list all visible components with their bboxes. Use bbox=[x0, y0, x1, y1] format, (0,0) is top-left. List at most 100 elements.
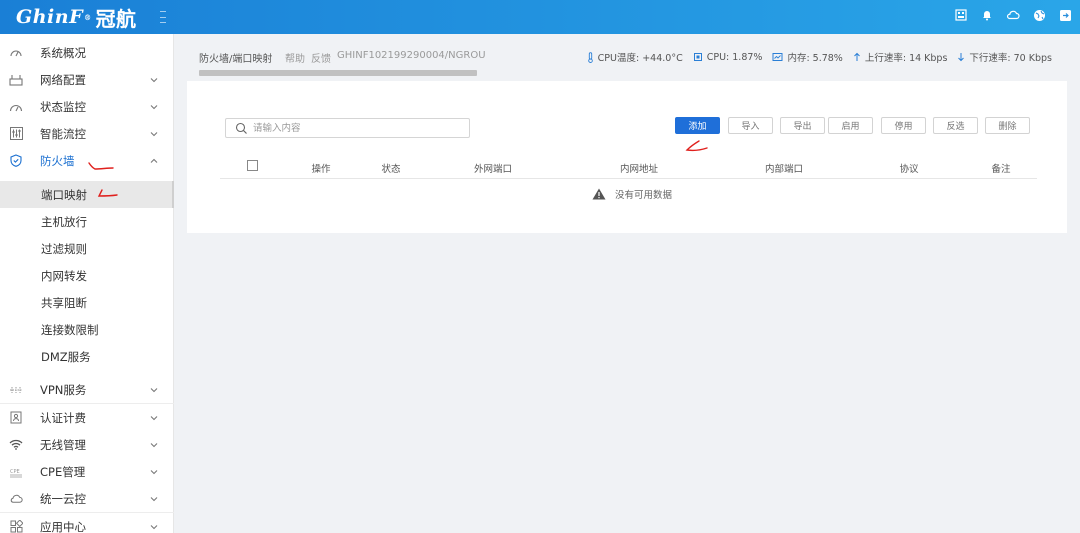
column-header-external-port[interactable]: 外网端口 bbox=[474, 161, 512, 175]
feedback-link[interactable]: 反馈 bbox=[311, 50, 331, 65]
sidebar-item-network[interactable]: 网络配置 bbox=[0, 66, 174, 93]
sidebar-item-vpn[interactable]: VPN服务 bbox=[0, 376, 174, 403]
enable-button[interactable]: 启用 bbox=[828, 117, 873, 134]
sidebar-item-label: 网络配置 bbox=[40, 72, 86, 87]
memory-text: 内存: 5.78% bbox=[787, 53, 843, 64]
sidebar-item-cpe[interactable]: CPE CPE管理 bbox=[0, 458, 174, 485]
arrow-up-icon bbox=[853, 52, 860, 61]
wifi-icon bbox=[9, 438, 23, 452]
upload-status: 上行速率: 14 Kbps bbox=[853, 50, 948, 64]
column-header-protocol[interactable]: 协议 bbox=[899, 161, 918, 175]
sidebar: 系统概况 网络配置 状态监控 智能流控 防火墙 端口映射 主机放行 过滤规则 内… bbox=[0, 34, 174, 533]
cpu-text: CPU: 1.87% bbox=[706, 51, 763, 63]
chevron-down-icon bbox=[150, 524, 158, 529]
sidebar-item-label: 应用中心 bbox=[40, 519, 86, 533]
sidebar-item-label: 认证计费 bbox=[40, 410, 86, 425]
cpu-temp-status: CPU温度: +44.0°C bbox=[587, 50, 683, 64]
memory-status: 内存: 5.78% bbox=[772, 50, 843, 64]
invert-selection-button[interactable]: 反选 bbox=[933, 117, 978, 134]
table-header: 操作 状态 外网端口 内网地址 内部端口 协议 备注 bbox=[220, 155, 1037, 179]
globe-icon[interactable] bbox=[1032, 8, 1046, 22]
select-all-checkbox[interactable] bbox=[247, 160, 258, 171]
logout-icon[interactable] bbox=[1058, 8, 1072, 22]
sidebar-item-label: CPE管理 bbox=[40, 464, 86, 479]
column-header-action[interactable]: 操作 bbox=[311, 161, 330, 175]
chevron-down-icon bbox=[150, 442, 158, 447]
chevron-up-icon bbox=[150, 158, 158, 163]
empty-text: 没有可用数据 bbox=[615, 190, 673, 201]
column-header-remark[interactable]: 备注 bbox=[991, 161, 1010, 175]
sidebar-item-cloud-control[interactable]: 统一云控 bbox=[0, 485, 174, 512]
top-icons bbox=[954, 8, 1072, 22]
apps-icon bbox=[9, 520, 23, 533]
add-button[interactable]: 添加 bbox=[675, 117, 720, 134]
cpe-icon: CPE bbox=[9, 465, 23, 479]
system-status: CPU温度: +44.0°C CPU: 1.87% 内存: 5.78% 上行速率… bbox=[577, 50, 1052, 64]
sidebar-item-wireless[interactable]: 无线管理 bbox=[0, 431, 174, 458]
sidebar-subitem-label: 连接数限制 bbox=[41, 322, 99, 337]
auth-icon bbox=[9, 411, 23, 425]
breadcrumb[interactable]: 防火墙/端口映射 bbox=[199, 50, 272, 65]
search-icon bbox=[235, 122, 247, 134]
empty-state: 没有可用数据 bbox=[592, 187, 672, 201]
sidebar-subitem-port-mapping[interactable]: 端口映射 bbox=[0, 181, 174, 208]
logo-text: GhinF bbox=[16, 6, 84, 28]
sidebar-item-overview[interactable]: 系统概况 bbox=[0, 39, 174, 66]
column-header-internal-address[interactable]: 内网地址 bbox=[620, 161, 658, 175]
menu-toggle-icon[interactable] bbox=[160, 11, 168, 23]
chevron-down-icon bbox=[150, 469, 158, 474]
sidebar-subitem-label: 过滤规则 bbox=[41, 241, 87, 256]
sidebar-item-flow-control[interactable]: 智能流控 bbox=[0, 120, 174, 147]
sidebar-subitem-label: DMZ服务 bbox=[41, 349, 91, 364]
cpu-status: CPU: 1.87% bbox=[693, 51, 763, 63]
horizontal-scrollbar[interactable] bbox=[199, 70, 477, 76]
sidebar-subitem-label: 共享阻断 bbox=[41, 295, 87, 310]
search-input[interactable] bbox=[253, 121, 463, 136]
sidebar-item-auth-billing[interactable]: 认证计费 bbox=[0, 404, 174, 431]
port-mapping-panel: 添加 导入 导出 启用 停用 反选 删除 操作 状态 外网端口 内网地址 内部端… bbox=[187, 81, 1067, 233]
cloud-icon[interactable] bbox=[1006, 8, 1020, 22]
column-header-status[interactable]: 状态 bbox=[381, 161, 400, 175]
sidebar-item-label: 统一云控 bbox=[40, 491, 86, 506]
sidebar-subitem-host-allow[interactable]: 主机放行 bbox=[0, 208, 174, 235]
gauge-icon bbox=[9, 100, 23, 114]
download-text: 下行速率: 70 Kbps bbox=[969, 53, 1052, 64]
thermometer-icon bbox=[587, 51, 593, 63]
sidebar-item-label: VPN服务 bbox=[40, 382, 87, 397]
sidebar-item-app-center[interactable]: 应用中心 bbox=[0, 513, 174, 533]
search-box bbox=[225, 118, 470, 138]
bell-icon[interactable] bbox=[980, 8, 994, 22]
memory-icon bbox=[772, 53, 783, 61]
chevron-down-icon bbox=[150, 387, 158, 392]
sidebar-item-firewall[interactable]: 防火墙 bbox=[0, 147, 174, 174]
sidebar-subitem-lan-forward[interactable]: 内网转发 bbox=[0, 262, 174, 289]
qr-icon[interactable] bbox=[954, 8, 968, 22]
export-button[interactable]: 导出 bbox=[780, 117, 825, 134]
upload-text: 上行速率: 14 Kbps bbox=[864, 53, 948, 64]
disable-button[interactable]: 停用 bbox=[881, 117, 926, 134]
warning-icon bbox=[592, 188, 606, 200]
arrow-down-icon bbox=[958, 53, 965, 62]
sidebar-item-label: 防火墙 bbox=[40, 153, 75, 168]
sidebar-item-monitor[interactable]: 状态监控 bbox=[0, 93, 174, 120]
sidebar-subitem-label: 主机放行 bbox=[41, 214, 87, 229]
sidebar-subitem-conn-limit[interactable]: 连接数限制 bbox=[0, 316, 174, 343]
svg-text:CPE: CPE bbox=[10, 469, 20, 475]
chevron-down-icon bbox=[150, 496, 158, 501]
logo-registered: ® bbox=[84, 12, 92, 22]
cloud-icon bbox=[9, 492, 23, 506]
delete-button[interactable]: 删除 bbox=[985, 117, 1030, 134]
sidebar-subitem-filter-rules[interactable]: 过滤规则 bbox=[0, 235, 174, 262]
column-header-internal-port[interactable]: 内部端口 bbox=[765, 161, 803, 175]
sidebar-item-label: 无线管理 bbox=[40, 437, 86, 452]
shield-icon bbox=[9, 154, 23, 168]
import-button[interactable]: 导入 bbox=[728, 117, 773, 134]
download-status: 下行速率: 70 Kbps bbox=[957, 50, 1052, 64]
sidebar-subitem-dmz[interactable]: DMZ服务 bbox=[0, 343, 174, 370]
sidebar-subitem-share-block[interactable]: 共享阻断 bbox=[0, 289, 174, 316]
sidebar-subitem-label: 内网转发 bbox=[41, 268, 87, 283]
chevron-down-icon bbox=[150, 104, 158, 109]
sidebar-item-label: 状态监控 bbox=[40, 99, 86, 114]
help-link[interactable]: 帮助 bbox=[285, 50, 305, 65]
breadcrumb-bar: 防火墙/端口映射 帮助 反馈 GHINF102199290004/NGROUTE… bbox=[174, 34, 1080, 78]
